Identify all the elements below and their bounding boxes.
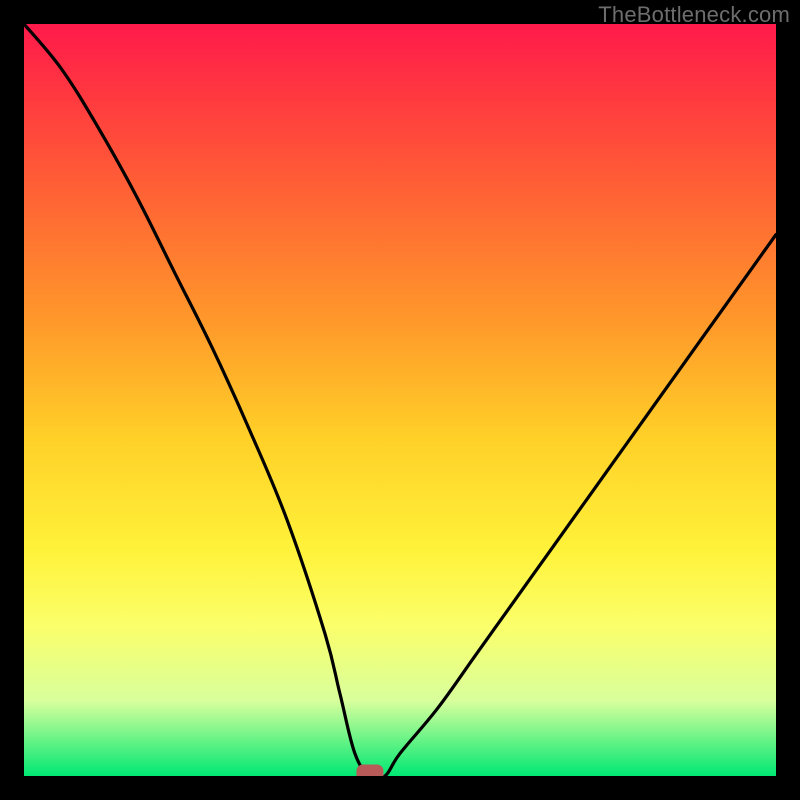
- plot-area: [24, 24, 776, 776]
- curve-svg: [24, 24, 776, 776]
- chart-frame: TheBottleneck.com: [0, 0, 800, 800]
- bottleneck-curve: [24, 24, 776, 776]
- optimum-marker: [357, 765, 383, 776]
